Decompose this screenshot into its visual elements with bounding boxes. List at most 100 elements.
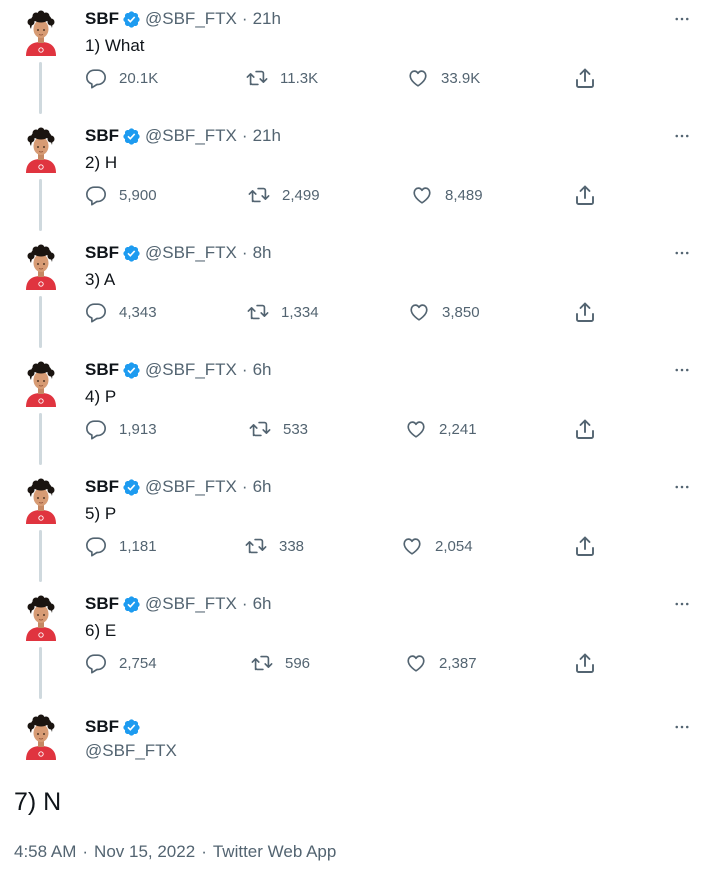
reply-button[interactable]: 4,343 (85, 300, 157, 324)
retweet-icon (249, 418, 271, 440)
verified-badge-icon (122, 595, 141, 614)
tweet-time[interactable]: 8h (253, 243, 272, 263)
like-button[interactable]: 2,054 (401, 534, 473, 558)
more-icon[interactable] (670, 244, 694, 262)
retweet-button[interactable]: 1,334 (247, 300, 319, 324)
reply-icon (85, 535, 107, 557)
more-icon[interactable] (670, 10, 694, 28)
tweet-timestamp: 4:58 AM · Nov 15, 2022 · Twitter Web App (14, 842, 336, 862)
tweet-time[interactable]: 21h (253, 9, 281, 29)
thread-tweet[interactable]: SBF @SBF_FTX · 8h 3) A 4,343 1,334 3,850 (0, 234, 709, 351)
retweet-button[interactable]: 533 (249, 417, 308, 441)
avatar[interactable] (20, 127, 62, 173)
retweet-icon (246, 67, 268, 89)
verified-badge-icon (122, 127, 141, 146)
author-name[interactable]: SBF (85, 243, 119, 263)
tweet-text: 3) A (85, 270, 116, 289)
thread-tweet[interactable]: SBF @SBF_FTX · 6h 6) E 2,754 596 2,387 (0, 585, 709, 702)
reply-button[interactable]: 1,181 (85, 534, 157, 558)
separator-dot: · (241, 594, 248, 613)
author-handle[interactable]: @SBF_FTX (145, 594, 237, 614)
author-name[interactable]: SBF (85, 594, 119, 614)
avatar[interactable] (20, 595, 62, 641)
like-button[interactable]: 8,489 (411, 183, 483, 207)
more-icon[interactable] (670, 361, 694, 379)
tweet-time[interactable]: 21h (253, 126, 281, 146)
like-button[interactable]: 2,387 (405, 651, 477, 675)
author-handle[interactable]: @SBF_FTX (145, 477, 237, 497)
like-button[interactable]: 3,850 (408, 300, 480, 324)
share-icon[interactable] (573, 66, 597, 90)
tweet-time[interactable]: 6h (253, 594, 272, 614)
thread-tweet[interactable]: SBF @SBF_FTX · 21h 2) H 5,900 2,499 8,48… (0, 117, 709, 234)
like-button[interactable]: 33.9K (407, 66, 480, 90)
retweet-button[interactable]: 2,499 (248, 183, 320, 207)
author-handle[interactable]: @SBF_FTX (85, 741, 177, 761)
thread-tweet[interactable]: SBF @SBF_FTX · 6h 4) P 1,913 533 2,241 (0, 351, 709, 468)
avatar[interactable] (20, 714, 62, 760)
tweet-source[interactable]: Twitter Web App (213, 842, 336, 861)
tweet-text: 4) P (85, 387, 117, 406)
reply-icon (85, 418, 107, 440)
share-icon[interactable] (573, 651, 597, 675)
verified-badge-icon (122, 10, 141, 29)
tweet-date[interactable]: Nov 15, 2022 (94, 842, 195, 861)
share-icon[interactable] (573, 534, 597, 558)
tweet-time[interactable]: 4:58 AM (14, 842, 76, 861)
more-icon[interactable] (670, 127, 694, 145)
tweet-text: 5) P (85, 504, 117, 523)
reply-count: 2,754 (119, 654, 157, 672)
separator-dot: · (82, 842, 89, 861)
author-name[interactable]: SBF (85, 126, 119, 146)
share-icon[interactable] (573, 300, 597, 324)
retweet-icon (251, 652, 273, 674)
more-icon[interactable] (670, 718, 694, 736)
like-icon (401, 535, 423, 557)
retweet-button[interactable]: 596 (251, 651, 310, 675)
share-icon[interactable] (573, 183, 597, 207)
reply-button[interactable]: 20.1K (85, 66, 158, 90)
author-handle[interactable]: @SBF_FTX (145, 9, 237, 29)
separator-dot: · (201, 842, 207, 861)
thread-connector-line (39, 413, 42, 465)
thread-tweet[interactable]: SBF @SBF_FTX · 21h 1) What 20.1K 11.3K 3… (0, 0, 709, 117)
retweet-button[interactable]: 338 (245, 534, 304, 558)
more-icon[interactable] (670, 595, 694, 613)
author-name[interactable]: SBF (85, 360, 119, 380)
separator-dot: · (241, 243, 248, 262)
tweet-time[interactable]: 6h (253, 477, 272, 497)
like-count: 2,054 (435, 537, 473, 555)
author-handle[interactable]: @SBF_FTX (145, 126, 237, 146)
reply-button[interactable]: 2,754 (85, 651, 157, 675)
author-handle[interactable]: @SBF_FTX (145, 360, 237, 380)
reply-count: 1,181 (119, 537, 157, 555)
reply-button[interactable]: 5,900 (85, 183, 157, 207)
retweet-icon (245, 535, 267, 557)
retweet-button[interactable]: 11.3K (246, 66, 318, 90)
author-handle[interactable]: @SBF_FTX (145, 243, 237, 263)
separator-dot: · (241, 126, 248, 145)
reply-button[interactable]: 1,913 (85, 417, 157, 441)
main-tweet-header: SBF @SBF_FTX (0, 702, 709, 772)
main-tweet-text: 7) N (14, 788, 62, 816)
thread-connector-line (39, 647, 42, 699)
author-name[interactable]: SBF (85, 477, 119, 497)
reply-icon (85, 184, 107, 206)
like-icon (405, 418, 427, 440)
like-icon (411, 184, 433, 206)
more-icon[interactable] (670, 478, 694, 496)
author-name[interactable]: SBF (85, 9, 119, 29)
avatar[interactable] (20, 361, 62, 407)
retweet-count: 1,334 (281, 303, 319, 321)
avatar[interactable] (20, 244, 62, 290)
tweet-text: 6) E (85, 621, 117, 640)
author-name[interactable]: SBF (85, 717, 119, 737)
avatar[interactable] (20, 478, 62, 524)
thread-tweet[interactable]: SBF @SBF_FTX · 6h 5) P 1,181 338 2,054 (0, 468, 709, 585)
retweet-count: 338 (279, 537, 305, 555)
tweet-header: SBF @SBF_FTX · 21h (85, 125, 281, 147)
like-button[interactable]: 2,241 (405, 417, 477, 441)
tweet-time[interactable]: 6h (253, 360, 272, 380)
avatar[interactable] (20, 10, 62, 56)
share-icon[interactable] (573, 417, 597, 441)
